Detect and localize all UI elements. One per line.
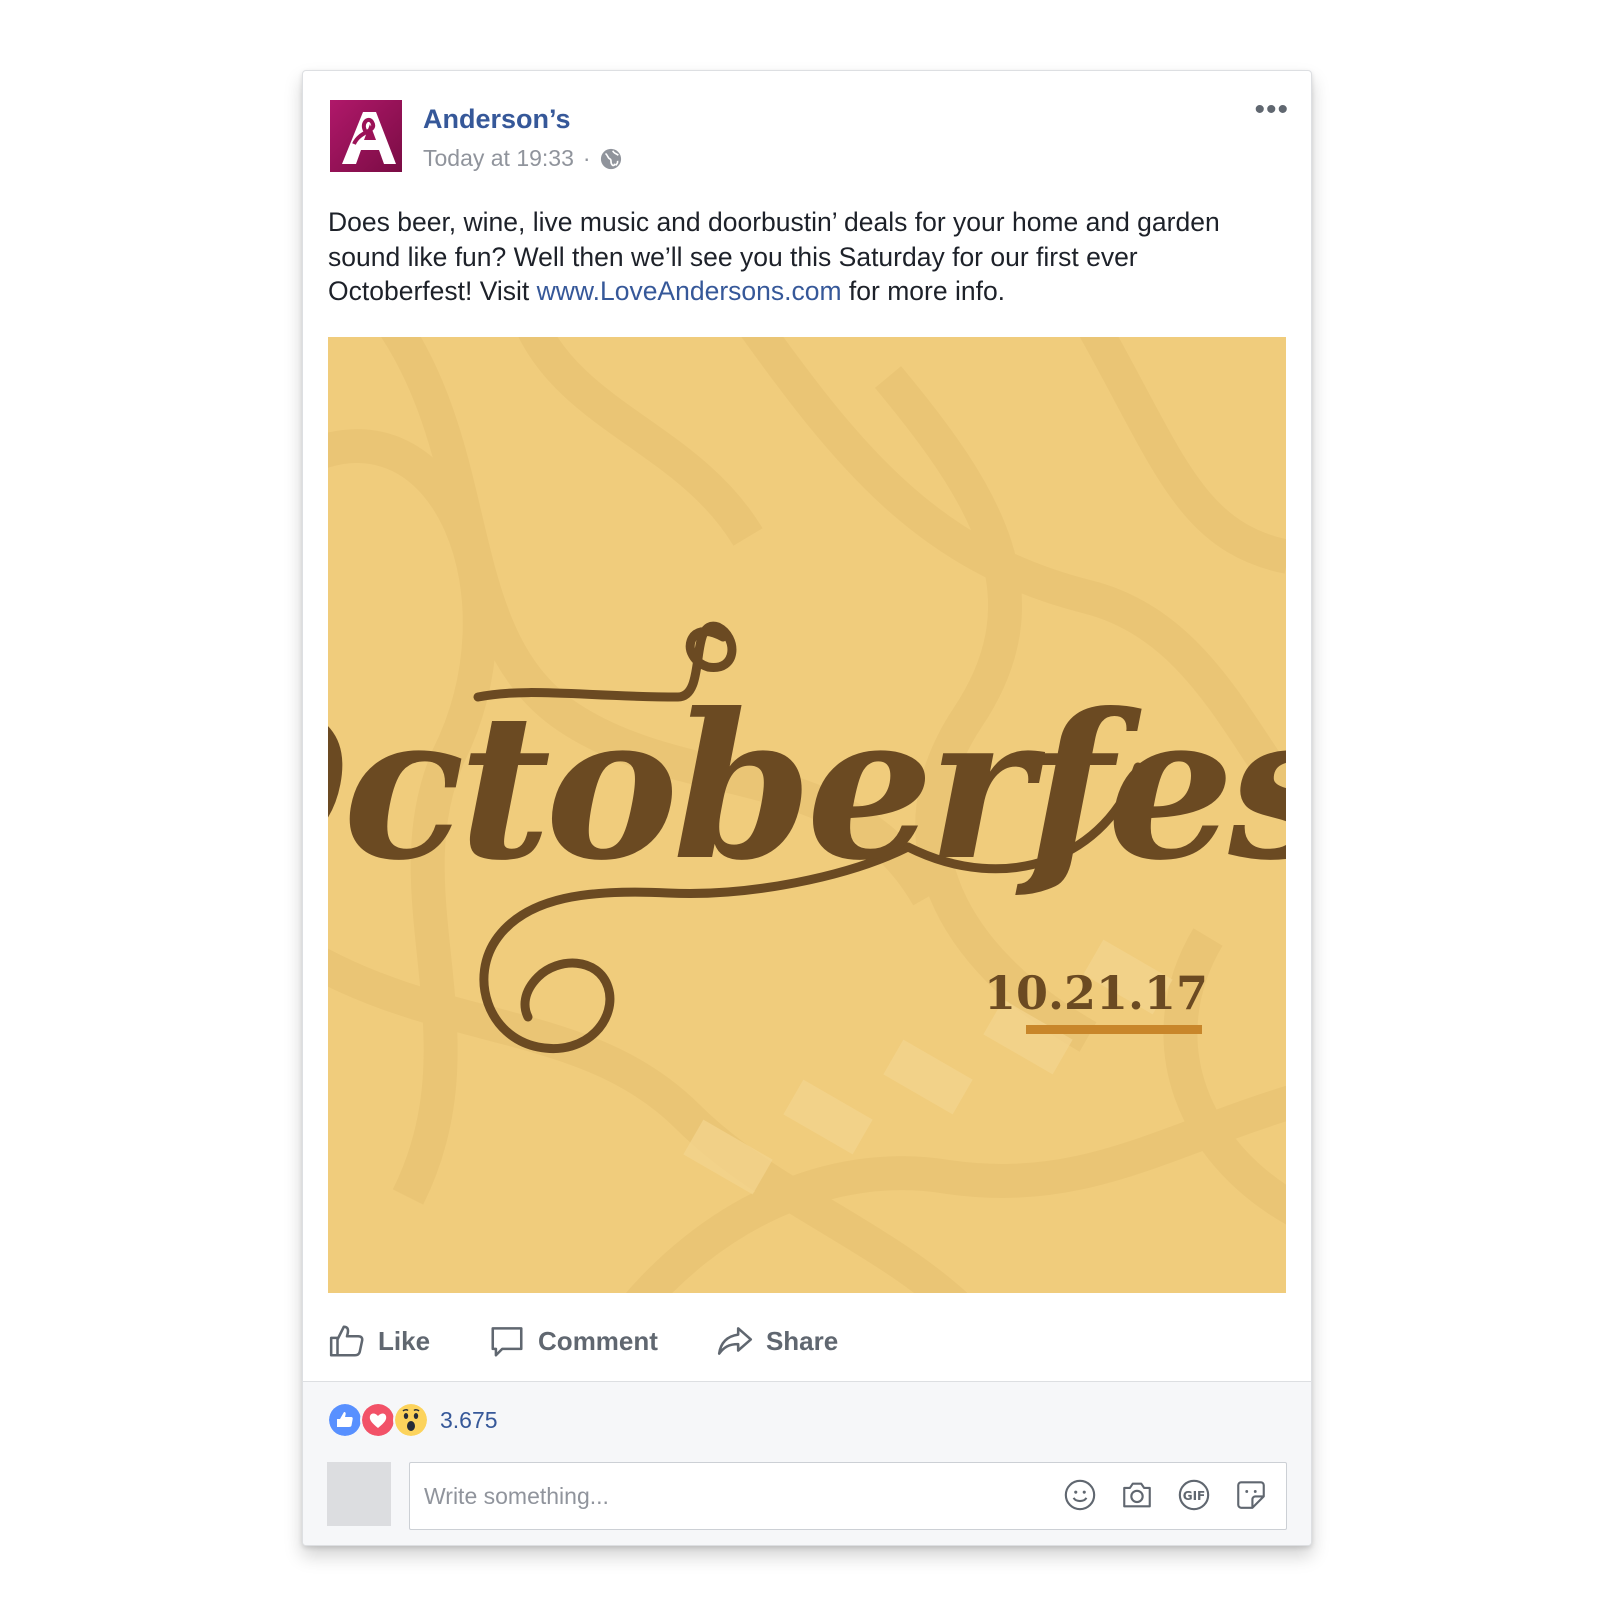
comment-label: Comment <box>538 1325 658 1356</box>
post-meta: Today at 19:33 · <box>423 145 622 172</box>
post-image[interactable]: Octoberfest 10.21.17 <box>328 337 1286 1293</box>
emoji-icon[interactable] <box>1063 1478 1097 1512</box>
user-avatar <box>327 1462 391 1526</box>
comment-box[interactable]: GIF <box>409 1462 1287 1530</box>
post-timestamp[interactable]: Today at 19:33 <box>423 145 574 172</box>
camera-icon[interactable] <box>1120 1478 1154 1512</box>
gif-icon[interactable]: GIF <box>1177 1478 1211 1512</box>
thumbs-up-icon <box>329 1325 364 1357</box>
like-label: Like <box>378 1325 431 1356</box>
reaction-summary[interactable]: 3.675 <box>327 1402 498 1438</box>
post-footer: 3.675 GIF <box>303 1381 1311 1545</box>
post-link[interactable]: www.LoveAndersons.com <box>537 276 842 306</box>
sticker-icon[interactable] <box>1234 1478 1268 1512</box>
date-underline <box>1026 1025 1202 1034</box>
post-text: Does beer, wine, live music and doorbust… <box>328 205 1288 309</box>
meta-separator: · <box>582 145 591 171</box>
action-bar: Like Comment Share <box>328 1311 896 1371</box>
comment-icon <box>491 1327 523 1357</box>
page-logo[interactable] <box>330 100 402 172</box>
globe-icon <box>600 148 621 169</box>
more-options-icon[interactable]: ••• <box>1254 95 1289 125</box>
post-card: Anderson’s Today at 19:33 · ••• Does bee… <box>302 70 1312 1546</box>
page-name[interactable]: Anderson’s <box>423 104 571 135</box>
comment-tools: GIF <box>1063 1478 1268 1512</box>
image-date: 10.21.17 <box>984 966 1208 1020</box>
like-reaction-icon <box>327 1402 363 1438</box>
share-icon <box>717 1327 753 1355</box>
love-reaction-icon <box>360 1402 396 1438</box>
reaction-count[interactable]: 3.675 <box>440 1407 498 1434</box>
post-text-part2: for more info. <box>841 276 1006 306</box>
comment-button[interactable]: Comment <box>488 1322 658 1360</box>
comment-input[interactable] <box>422 1479 1026 1513</box>
share-label: Share <box>765 1325 839 1356</box>
wow-reaction-icon <box>393 1402 429 1438</box>
image-headline: Octoberfest <box>328 670 1286 905</box>
svg-text:GIF: GIF <box>1183 1489 1206 1503</box>
like-button[interactable]: Like <box>328 1322 430 1360</box>
share-button[interactable]: Share <box>716 1322 838 1360</box>
